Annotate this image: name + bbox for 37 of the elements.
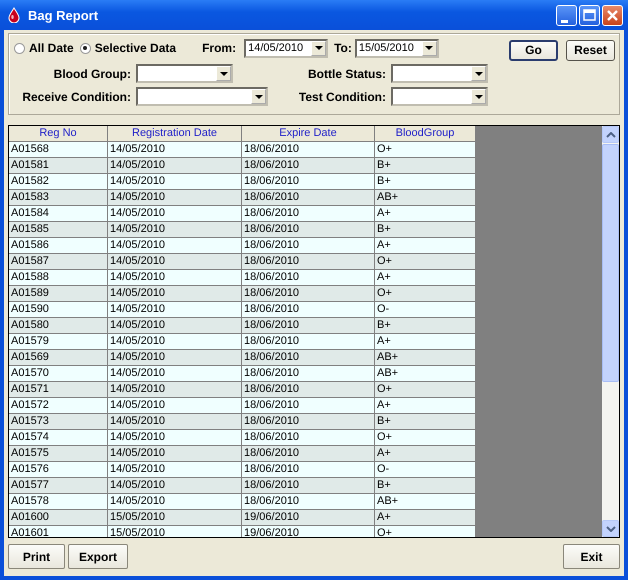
field-label: Bottle Status: [307,66,386,80]
to-label: To: [334,41,352,55]
radio-button[interactable] [80,42,91,54]
footer-button[interactable]: Print [8,544,65,569]
window-title: Bag Report [28,8,100,22]
action-button[interactable]: Reset [566,40,615,60]
radio-button[interactable] [14,42,25,54]
scroll-thumb[interactable] [602,144,619,382]
radio-label: Selective Data [94,41,176,55]
table-cell: 19/06/2010 [242,526,375,537]
table-cell: 15/05/2010 [108,526,242,537]
field-label: Receive Condition: [21,90,131,104]
scroll-down-button[interactable] [602,520,619,537]
action-button[interactable]: Go [509,40,558,60]
table-cell: O+ [375,526,476,537]
dropdown-field[interactable] [391,64,488,83]
exit-button[interactable]: Exit [563,544,620,569]
date-picker[interactable]: 15/05/2010 [354,38,439,58]
close-button[interactable] [602,4,623,26]
from-label: From: [202,41,236,55]
footer-button[interactable]: Export [68,544,128,569]
minimize-icon [561,20,568,22]
field-label: Blood Group: [52,66,131,80]
radio-label: All Date [29,41,74,55]
scroll-up-button[interactable] [602,126,619,143]
dropdown-field[interactable] [136,87,268,106]
chevron-up-icon [606,132,616,138]
blood-drop-icon [6,7,22,23]
scrollbar[interactable] [602,126,619,537]
dropdown-field[interactable] [136,64,233,83]
minimize-button[interactable] [556,4,577,26]
table-cell: A01601 [9,526,108,537]
chevron-down-icon [606,526,616,532]
dropdown-field[interactable] [391,87,488,106]
field-label: Test Condition: [298,90,386,104]
maximize-button[interactable] [579,4,600,26]
date-picker[interactable]: 14/05/2010 [244,38,328,58]
